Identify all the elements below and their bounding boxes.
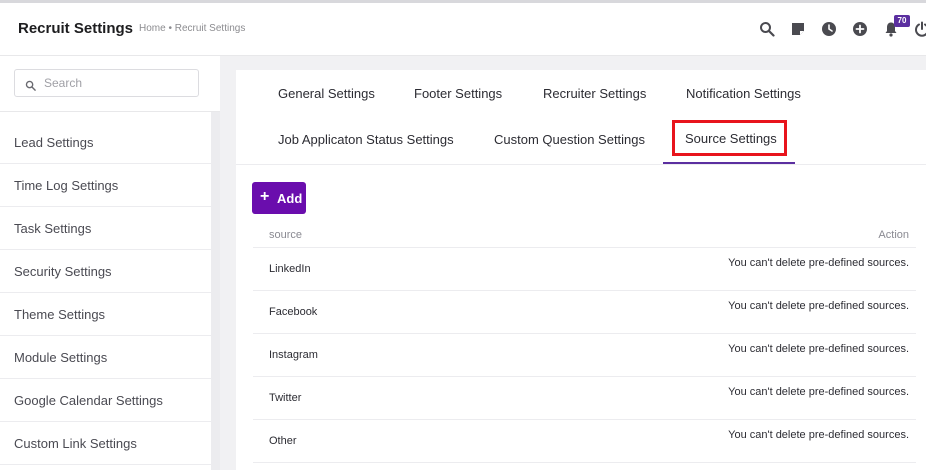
plus-icon: +: [260, 188, 270, 205]
tab-custom-question-settings[interactable]: Custom Question Settings: [494, 132, 645, 147]
table-header: source Action: [253, 222, 916, 248]
source-name: Instagram: [269, 349, 318, 361]
sidebar-item-google-calendar-settings[interactable]: Google Calendar Settings: [0, 379, 211, 422]
settings-sidebar: Lead Settings Time Log Settings Task Set…: [0, 56, 220, 470]
notification-badge: 70: [894, 15, 910, 27]
sidebar-item-task-settings[interactable]: Task Settings: [0, 207, 211, 250]
column-header-source: source: [269, 229, 303, 241]
action-note: You can't delete pre-defined sources.: [728, 386, 909, 398]
table-row: LinkedIn You can't delete pre-defined so…: [253, 248, 916, 291]
sidebar-item-custom-link-settings[interactable]: Custom Link Settings: [0, 422, 211, 465]
column-header-action: Action: [878, 229, 909, 241]
source-name: Facebook: [269, 306, 318, 318]
sidebar-item-security-settings[interactable]: Security Settings: [0, 250, 211, 293]
search-input[interactable]: [44, 74, 194, 92]
source-name: LinkedIn: [269, 263, 311, 275]
source-name: Other: [269, 435, 297, 447]
action-note: You can't delete pre-defined sources.: [728, 343, 909, 355]
sticky-note-icon[interactable]: [790, 21, 806, 37]
sidebar-scrollbar[interactable]: [211, 112, 220, 470]
divider: [0, 111, 220, 112]
action-note: You can't delete pre-defined sources.: [728, 257, 909, 269]
tab-recruiter-settings[interactable]: Recruiter Settings: [543, 86, 646, 101]
action-note: You can't delete pre-defined sources.: [728, 429, 909, 441]
table-row: Other You can't delete pre-defined sourc…: [253, 420, 916, 463]
sidebar-item-theme-settings[interactable]: Theme Settings: [0, 293, 211, 336]
sidebar-item-time-log-settings[interactable]: Time Log Settings: [0, 164, 211, 207]
breadcrumb[interactable]: Home • Recruit Settings: [139, 23, 245, 34]
table-row: Facebook You can't delete pre-defined so…: [253, 291, 916, 334]
source-table: source Action LinkedIn You can't delete …: [253, 222, 916, 463]
add-circle-icon[interactable]: [852, 21, 868, 37]
top-header: Recruit Settings Home • Recruit Settings…: [0, 3, 926, 56]
tab-footer-settings[interactable]: Footer Settings: [414, 86, 502, 101]
settings-tabs: General Settings Footer Settings Recruit…: [236, 70, 926, 165]
tab-general-settings[interactable]: General Settings: [278, 86, 375, 101]
action-note: You can't delete pre-defined sources.: [728, 300, 909, 312]
table-row: Twitter You can't delete pre-defined sou…: [253, 377, 916, 420]
sidebar-item-lead-settings[interactable]: Lead Settings: [0, 121, 211, 164]
search-icon[interactable]: [759, 21, 775, 37]
power-icon[interactable]: [914, 21, 926, 37]
add-button[interactable]: + Add: [252, 182, 306, 214]
sidebar-menu: Lead Settings Time Log Settings Task Set…: [0, 121, 211, 465]
tab-notification-settings[interactable]: Notification Settings: [686, 86, 801, 101]
source-name: Twitter: [269, 392, 302, 404]
add-button-label: Add: [277, 191, 303, 206]
tab-source-settings[interactable]: Source Settings: [685, 131, 777, 146]
page-title: Recruit Settings: [18, 20, 134, 37]
clock-icon[interactable]: [821, 21, 837, 37]
search-icon: [25, 78, 36, 91]
main-panel: General Settings Footer Settings Recruit…: [236, 70, 926, 470]
sidebar-item-module-settings[interactable]: Module Settings: [0, 336, 211, 379]
table-row: Instagram You can't delete pre-defined s…: [253, 334, 916, 377]
tab-job-application-status-settings[interactable]: Job Applicaton Status Settings: [278, 132, 454, 147]
sidebar-search: [14, 69, 199, 97]
